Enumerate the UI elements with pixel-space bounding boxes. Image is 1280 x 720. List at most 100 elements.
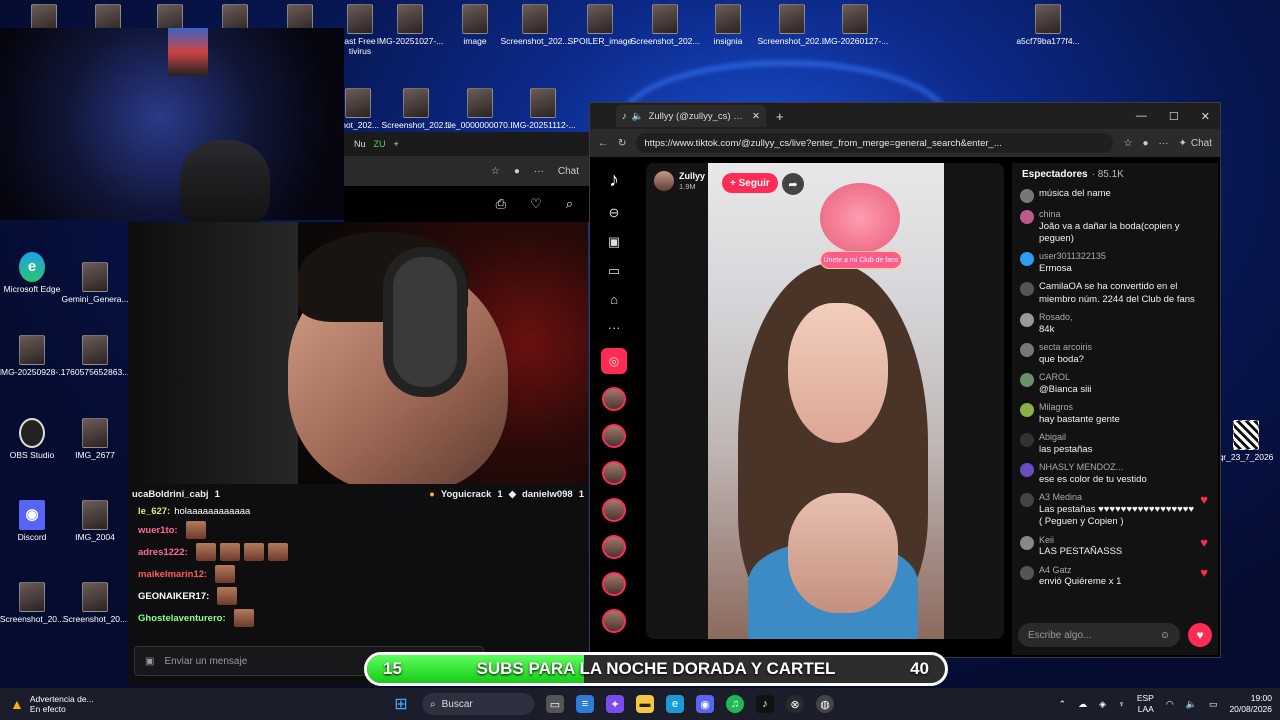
host-avatar[interactable] [654,171,674,191]
commenter-avatar[interactable] [1020,493,1034,508]
tab-zu[interactable]: ZU [374,139,386,149]
edge-icon[interactable]: e [666,695,684,713]
home-icon[interactable]: ⌂ [610,292,618,307]
commenter-name[interactable]: A3 Medina [1039,492,1195,504]
commenter-name[interactable]: secta arcoiris [1039,342,1092,354]
club-mascot-sticker[interactable] [820,183,900,253]
clock[interactable]: 19:00 20/08/2026 [1229,693,1272,714]
tiktok-icon[interactable]: ♪ [756,695,774,713]
xbox-icon[interactable]: ⊗ [786,695,804,713]
desktop-icon[interactable]: Screenshot_20... [57,582,133,625]
live-avatar[interactable] [602,609,626,633]
commenter-name[interactable]: Rosado, [1039,312,1073,324]
desktop-icon[interactable]: IMG-20260127-... [817,4,893,47]
desktop-icon[interactable]: Gemini_Genera... [57,262,133,305]
chat-username[interactable]: wuer1to: [138,525,178,536]
live-avatar[interactable] [602,572,626,596]
heart-icon[interactable]: ♡ [530,196,542,212]
chat-header-gifter[interactable]: Yoguicrack [441,489,492,500]
chat-username[interactable]: maikelmarin12: [138,569,207,580]
tiktok-live-video[interactable]: Únete a mi Club de fans [708,163,944,639]
commenter-avatar[interactable] [1020,433,1034,448]
comment-input[interactable]: Escribe algo... ☺ [1018,623,1180,647]
live-avatar[interactable] [602,424,626,448]
share-icon[interactable]: ➦ [782,173,804,195]
commenter-name[interactable]: china [1039,209,1208,221]
copilot-chat-button[interactable]: ✦ Chat [1178,138,1212,149]
wifi-icon[interactable]: ◠ [1166,699,1174,710]
tiktok-logo-icon[interactable]: ♪ [609,169,619,192]
join-club-badge[interactable]: Únete a mi Club de fans [820,251,902,269]
desktop-icon[interactable]: IMG_2677 [57,418,133,461]
live-channel-icon[interactable]: ◎ [601,348,627,374]
close-icon[interactable]: ✕ [1201,110,1210,123]
maximize-icon[interactable]: ☐ [1169,110,1179,123]
volume-icon[interactable]: 🔈 [1186,699,1197,710]
more-icon[interactable]: ··· [1158,138,1168,149]
url-field[interactable]: https://www.tiktok.com/@zullyy_cs/live?e… [636,133,1114,153]
emoji-icon[interactable]: ☺ [1160,630,1170,641]
live-icon[interactable]: ▣ [608,234,620,250]
commenter-name[interactable]: CAROL [1039,372,1091,384]
live-avatar[interactable] [602,461,626,485]
chat-username[interactable]: Ghostelaventurero: [138,613,226,624]
copilot-icon[interactable]: ✦ [606,695,624,713]
file-explorer-icon[interactable]: ▬ [636,695,654,713]
like-heart-icon[interactable]: ♥ [1188,623,1212,647]
live-avatar[interactable] [602,535,626,559]
minimize-icon[interactable]: — [1136,110,1147,123]
new-tab-icon[interactable]: + [394,139,399,149]
chat-button[interactable]: Chat [558,166,579,177]
commenter-avatar[interactable] [1020,373,1034,388]
commenter-name[interactable]: A4 Gatz [1039,565,1121,577]
task-view-icon[interactable]: ▭ [546,695,564,713]
spotify-icon[interactable]: ♫ [726,695,744,713]
viewers-label[interactable]: Espectadores [1022,169,1088,180]
tab-nu[interactable]: Nu [354,139,366,149]
commenter-name[interactable]: user3011322135 [1039,251,1106,263]
chat-username[interactable]: GEONAIKER17: [138,591,209,602]
speaker-icon[interactable]: 🔈 [632,111,644,122]
host-info[interactable]: Zullyy 1.9M [654,171,705,191]
live-avatar[interactable] [602,387,626,411]
desktop-icon[interactable]: IMG-20251112-... [505,88,581,131]
back-icon[interactable]: ← [598,138,608,149]
security-alert[interactable]: ▲ Advertencia de... En efecto [0,694,260,714]
more-icon[interactable]: ··· [534,166,544,177]
profile-icon[interactable]: ● [1142,138,1148,149]
notepad-icon[interactable]: ≡ [576,695,594,713]
video-icon[interactable]: ▭ [608,263,620,279]
follow-button[interactable]: + Seguir [722,173,778,193]
star-icon[interactable]: ☆ [1123,138,1132,149]
windows-start-icon[interactable]: ⊞ [392,695,410,713]
search-icon[interactable]: ⌕ [566,196,573,212]
commenter-avatar[interactable] [1020,463,1034,478]
more-icon[interactable]: ··· [608,320,621,335]
commenter-name[interactable]: Keii [1039,535,1122,547]
app-icon[interactable]: ◍ [816,695,834,713]
cloud-icon[interactable]: ☁ [1078,699,1087,710]
commenter-avatar[interactable] [1020,313,1034,328]
chevron-up-icon[interactable]: ⌃ [1059,699,1067,710]
discord-icon[interactable]: ◉ [696,695,714,713]
chat-header-gifter2[interactable]: danielw098 [522,489,573,500]
collapse-icon[interactable]: ⊖ [609,205,620,221]
shield-icon[interactable]: ◈ [1099,699,1106,710]
commenter-avatar[interactable] [1020,535,1034,550]
star-icon[interactable]: ☆ [491,166,500,177]
battery-icon[interactable]: ▭ [1209,699,1218,710]
desktop-icon[interactable]: 1760575652863... [57,335,133,378]
commenter-avatar[interactable] [1020,282,1034,297]
commenter-avatar[interactable] [1020,252,1034,267]
chat-header-user[interactable]: ucaBoldrini_cabj [132,489,209,500]
commenter-avatar[interactable] [1020,189,1034,203]
chat-username[interactable]: adres1222: [138,547,188,558]
chat-username[interactable]: le_627: [138,506,170,517]
close-tab-icon[interactable]: ✕ [752,111,760,122]
tiktok-tab[interactable]: ♪ 🔈 Zullyy (@zullyy_cs) está emitie ✕ [616,105,766,127]
commenter-avatar[interactable] [1020,565,1034,580]
taskbar-search[interactable]: ⌕ Buscar [422,693,534,715]
commenter-avatar[interactable] [1020,403,1034,418]
share-icon[interactable]: ⎙ [496,196,506,212]
commenter-avatar[interactable] [1020,343,1034,358]
